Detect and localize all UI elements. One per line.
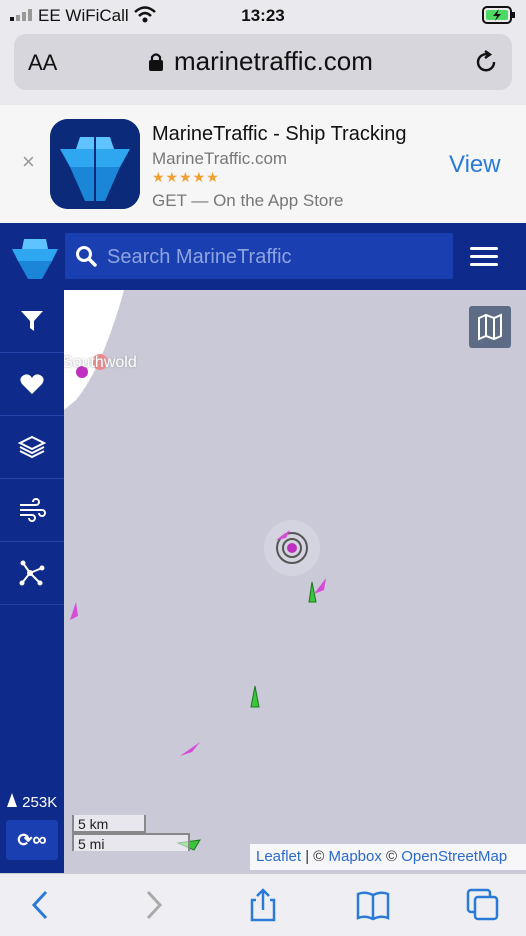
wind-icon — [20, 498, 46, 522]
clock: 13:23 — [241, 6, 285, 25]
status-bar: EE WiFiCall 13:23 — [0, 0, 526, 30]
map-attribution: Leaflet | © Mapbox © OpenStreetMap — [250, 844, 526, 870]
map-sidebar: 253K ⟳∞ — [0, 290, 64, 873]
app-title: MarineTraffic - Ship Tracking — [152, 123, 407, 145]
tabs-icon[interactable] — [466, 888, 500, 922]
vessel-count-value: 253K — [22, 794, 58, 811]
reload-icon[interactable] — [472, 48, 500, 76]
network-icon — [19, 560, 45, 586]
share-icon[interactable] — [246, 888, 280, 922]
attribution-separator: © — [381, 848, 402, 865]
vessel-icon — [7, 793, 17, 807]
back-icon[interactable] — [24, 888, 58, 922]
map-layer-button[interactable] — [469, 306, 511, 348]
browser-chrome: AA marinetraffic.com — [0, 30, 526, 105]
banner-close-icon[interactable]: × — [22, 149, 35, 175]
forward-icon[interactable] — [136, 888, 170, 922]
scale-mi: 5 mi — [72, 833, 190, 852]
app-get-text: GET — On the App Store — [152, 191, 344, 210]
app-rating-stars: ★★★★★ — [152, 169, 220, 185]
mapbox-link[interactable]: Mapbox — [329, 848, 382, 865]
app-store-banner: × MarineTraffic - Ship Tracking MarineTr… — [0, 105, 526, 224]
marinetraffic-logo-icon[interactable] — [10, 233, 60, 281]
search-icon — [76, 246, 97, 267]
bookmarks-icon[interactable] — [356, 888, 390, 922]
view-button[interactable]: View — [449, 151, 501, 179]
hamburger-menu-icon[interactable] — [470, 247, 498, 267]
map-canvas[interactable]: Southwold 5 km 5 mi Leaflet | © Mapbox ©… — [64, 290, 526, 873]
heart-icon — [20, 374, 44, 394]
ship-bow-icon — [50, 119, 140, 209]
map-icon — [478, 313, 502, 341]
map-scale: 5 km 5 mi — [72, 815, 190, 852]
vessel-count: 253K — [6, 793, 57, 811]
cargo-vessel-marker[interactable] — [308, 581, 317, 603]
sidebar-item-favorites[interactable] — [0, 353, 64, 416]
address-bar[interactable]: AA marinetraffic.com — [14, 34, 512, 90]
search-bar[interactable] — [65, 233, 453, 281]
sidebar-item-filter[interactable] — [0, 290, 64, 353]
leaflet-link[interactable]: Leaflet — [256, 848, 301, 865]
lock-icon — [149, 53, 163, 71]
openstreetmap-link[interactable]: OpenStreetMap — [401, 848, 507, 865]
pleasure-vessel-marker[interactable] — [180, 742, 200, 756]
scale-km: 5 km — [72, 815, 146, 833]
site-header — [0, 223, 526, 290]
town-label: Southwold — [64, 354, 137, 371]
app-icon[interactable] — [50, 119, 140, 209]
app-developer: MarineTraffic.com — [152, 149, 288, 168]
cargo-vessel-marker[interactable] — [250, 685, 260, 708]
filter-icon — [21, 311, 43, 331]
pleasure-vessel-marker[interactable] — [314, 578, 326, 594]
sidebar-item-weather[interactable] — [0, 479, 64, 542]
pleasure-vessel-marker[interactable] — [70, 602, 78, 620]
selected-vessel-marker[interactable] — [287, 543, 297, 553]
live-refresh-button[interactable]: ⟳∞ — [6, 820, 58, 860]
search-input[interactable] — [105, 233, 449, 281]
battery-charging-icon — [482, 6, 515, 24]
layers-icon — [18, 435, 46, 459]
attribution-separator: | © — [301, 848, 329, 865]
coastline — [64, 290, 124, 410]
browser-toolbar — [0, 873, 526, 936]
refresh-icon: ⟳ — [17, 830, 33, 850]
text-size-button[interactable]: AA — [28, 50, 57, 76]
map-features — [64, 290, 326, 851]
sidebar-item-network[interactable] — [0, 542, 64, 605]
sidebar-item-layers[interactable] — [0, 416, 64, 479]
loop-label: ∞ — [32, 829, 47, 851]
url-text[interactable]: marinetraffic.com — [174, 46, 373, 77]
